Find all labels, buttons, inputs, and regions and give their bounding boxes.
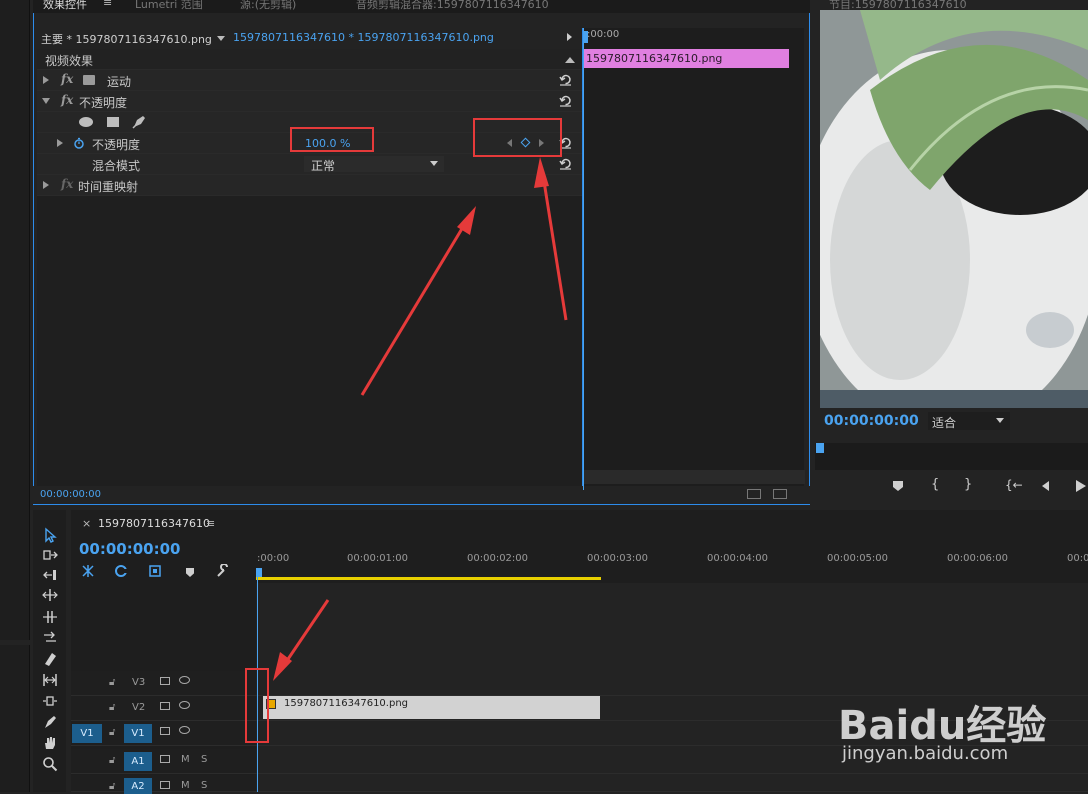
baidu-watermark: Baidu经验 jingyan.baidu.com <box>838 673 1078 773</box>
watermark-url: jingyan.baidu.com <box>842 743 1009 764</box>
